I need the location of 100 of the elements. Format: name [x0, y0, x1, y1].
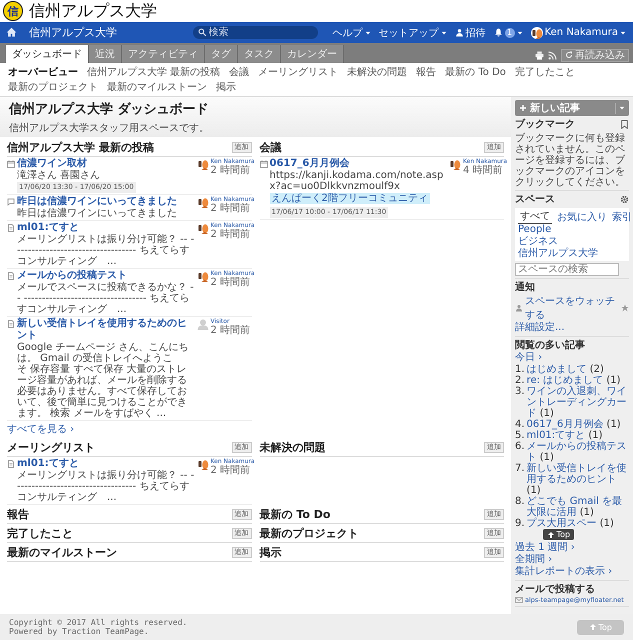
- section-title: 報告: [7, 507, 29, 522]
- star-icon[interactable]: [621, 304, 629, 312]
- tab[interactable]: お気に入り: [555, 210, 609, 224]
- article-link[interactable]: プス大用スペー (1): [526, 518, 614, 529]
- menu-button[interactable]: ヘルプ: [332, 26, 372, 40]
- report-link[interactable]: 集計レポートの表示 ›: [515, 566, 629, 578]
- article-link[interactable]: re: はじめまして (1): [526, 375, 620, 386]
- subnav-link[interactable]: オーバービュー: [8, 65, 78, 79]
- avatar-icon[interactable]: [196, 222, 208, 234]
- post-time: 4 時間前: [463, 165, 504, 176]
- sidebar-heading: スペース: [515, 193, 555, 206]
- home-icon[interactable]: [6, 27, 17, 38]
- subnav-link[interactable]: 信州アルプス大学 最新の投稿: [87, 65, 220, 79]
- caret-icon: [619, 105, 625, 111]
- avatar-icon[interactable]: [196, 270, 208, 282]
- article-link[interactable]: ワインの入退刺、ワイントレーディングカード (1): [526, 386, 629, 419]
- article-link[interactable]: どこでも Gmail を最大限に活用 (1): [526, 496, 629, 518]
- period-link[interactable]: 今日 ›: [515, 352, 629, 364]
- list-number: 1.: [515, 364, 525, 375]
- section-title: 会議: [260, 140, 282, 155]
- post-title[interactable]: 信濃ワイン取材: [17, 158, 194, 170]
- subnav-link[interactable]: 未解決の問題: [347, 65, 408, 79]
- space-link[interactable]: People: [518, 224, 626, 236]
- avatar-icon[interactable]: [196, 158, 208, 170]
- bookmark-icon[interactable]: [620, 120, 629, 128]
- post-time: 2 時間前: [210, 465, 252, 476]
- post-title[interactable]: 新しい受信トレイを使用するためのヒント: [17, 318, 194, 342]
- list-number: 3.: [515, 386, 525, 399]
- subnav-link[interactable]: メーリングリスト: [258, 65, 338, 79]
- menu-button[interactable]: セットアップ: [378, 26, 448, 40]
- person-icon: [454, 28, 464, 37]
- avatar-icon[interactable]: [196, 196, 208, 208]
- back-to-top-button[interactable]: Top: [542, 529, 574, 540]
- settings-link[interactable]: 詳細設定...: [515, 322, 629, 334]
- new-post-button[interactable]: 新しい記事: [515, 100, 629, 116]
- post-title[interactable]: ml01:てすと: [17, 458, 194, 470]
- list-number: 2.: [515, 375, 525, 386]
- index-link[interactable]: 索引: [612, 210, 632, 224]
- space-link[interactable]: 信州アルプス大学: [518, 248, 626, 260]
- report-link[interactable]: 過去 1 週間 ›: [515, 542, 629, 554]
- rss-icon[interactable]: [548, 50, 557, 60]
- user-menu[interactable]: Ken Nakamura: [530, 26, 627, 38]
- page-title: 信州アルプス大学 ダッシュボード: [9, 100, 210, 118]
- space-title[interactable]: 信州アルプス大学: [29, 25, 117, 40]
- comment-icon: [7, 198, 15, 206]
- post-excerpt: 昨日は信濃ワインにいってきました: [17, 208, 178, 219]
- subnav-link[interactable]: 報告: [416, 65, 436, 79]
- article-link[interactable]: 新しい受信トレイを使用するためのヒント (1): [526, 463, 629, 496]
- post-title[interactable]: 昨日は信濃ワインにいってきました: [17, 196, 194, 208]
- subnav-link[interactable]: 完了したこと: [514, 65, 575, 79]
- watch-link[interactable]: スペースをウォッチする: [525, 294, 619, 322]
- settings-icon[interactable]: [620, 194, 629, 204]
- subnav-link[interactable]: 最新のマイルストーン: [107, 80, 207, 94]
- site-title: 信州アルプス大学: [29, 0, 157, 22]
- article-link[interactable]: 0617_6月月例会 (1): [526, 419, 621, 430]
- subnav-link[interactable]: 会議: [229, 65, 250, 79]
- tab[interactable]: ダッシュボード: [6, 45, 89, 63]
- section-title: メーリングリスト: [7, 440, 95, 455]
- tab[interactable]: すべて: [518, 209, 552, 224]
- list-number: 7.: [515, 463, 525, 476]
- avatar-icon[interactable]: [196, 458, 208, 470]
- calendar-icon: [7, 160, 15, 168]
- page-description: 信州アルプス大学スタッフ用スペースです。: [9, 122, 210, 135]
- document-icon: [7, 320, 15, 328]
- search-icon: [198, 28, 207, 37]
- article-link[interactable]: はじめまして (2): [526, 364, 604, 375]
- plus-icon: [519, 104, 527, 112]
- section-title: 最新のマイルストーン: [7, 545, 117, 560]
- report-link[interactable]: 全期間 ›: [515, 554, 629, 566]
- search-field[interactable]: 検索: [192, 26, 318, 39]
- person-icon: [515, 304, 523, 312]
- sidebar-heading: 通知: [515, 280, 535, 294]
- caret-icon: [516, 30, 523, 36]
- arrow-up-icon: [588, 623, 596, 631]
- list-number: 6.: [515, 441, 525, 454]
- article-link[interactable]: ml01:てすと (1): [526, 430, 603, 441]
- avatar-icon[interactable]: [449, 158, 461, 170]
- subnav-link[interactable]: 最新のプロジェクト: [8, 80, 98, 94]
- subnav-link[interactable]: 最新の To Do: [445, 65, 506, 79]
- invite-button[interactable]: 招待: [454, 26, 487, 40]
- post-title[interactable]: メールからの投稿テスト: [17, 270, 194, 282]
- see-all-link[interactable]: すべてを見る ›: [7, 422, 252, 436]
- avatar-icon[interactable]: [530, 26, 543, 38]
- caret-icon: [440, 30, 447, 36]
- post-excerpt: 滝澤さん 喜園さん: [17, 170, 102, 181]
- subnav-link[interactable]: 掲示: [216, 80, 236, 94]
- section-title: 最新のプロジェクト: [260, 526, 358, 541]
- copyright-text: Powered by Traction TeamPage.: [9, 627, 150, 636]
- article-link[interactable]: メールからの投稿テスト (1): [526, 441, 629, 463]
- print-icon[interactable]: [535, 50, 544, 60]
- search-field[interactable]: スペースの検索: [515, 263, 619, 276]
- sidebar-heading: ブックマーク: [515, 118, 575, 131]
- arrow-up-icon: [546, 530, 555, 538]
- location-tag[interactable]: えんぱーく2階フリーコミュニティ: [270, 193, 430, 204]
- caret-icon: [620, 30, 626, 36]
- post-time: 2 時間前: [210, 277, 252, 288]
- space-link[interactable]: ビジネス: [518, 236, 626, 248]
- post-title[interactable]: ml01:てすと: [17, 222, 194, 234]
- post-title[interactable]: 0617_6月月例会: [270, 158, 447, 170]
- post-time: 2 時間前: [210, 229, 252, 240]
